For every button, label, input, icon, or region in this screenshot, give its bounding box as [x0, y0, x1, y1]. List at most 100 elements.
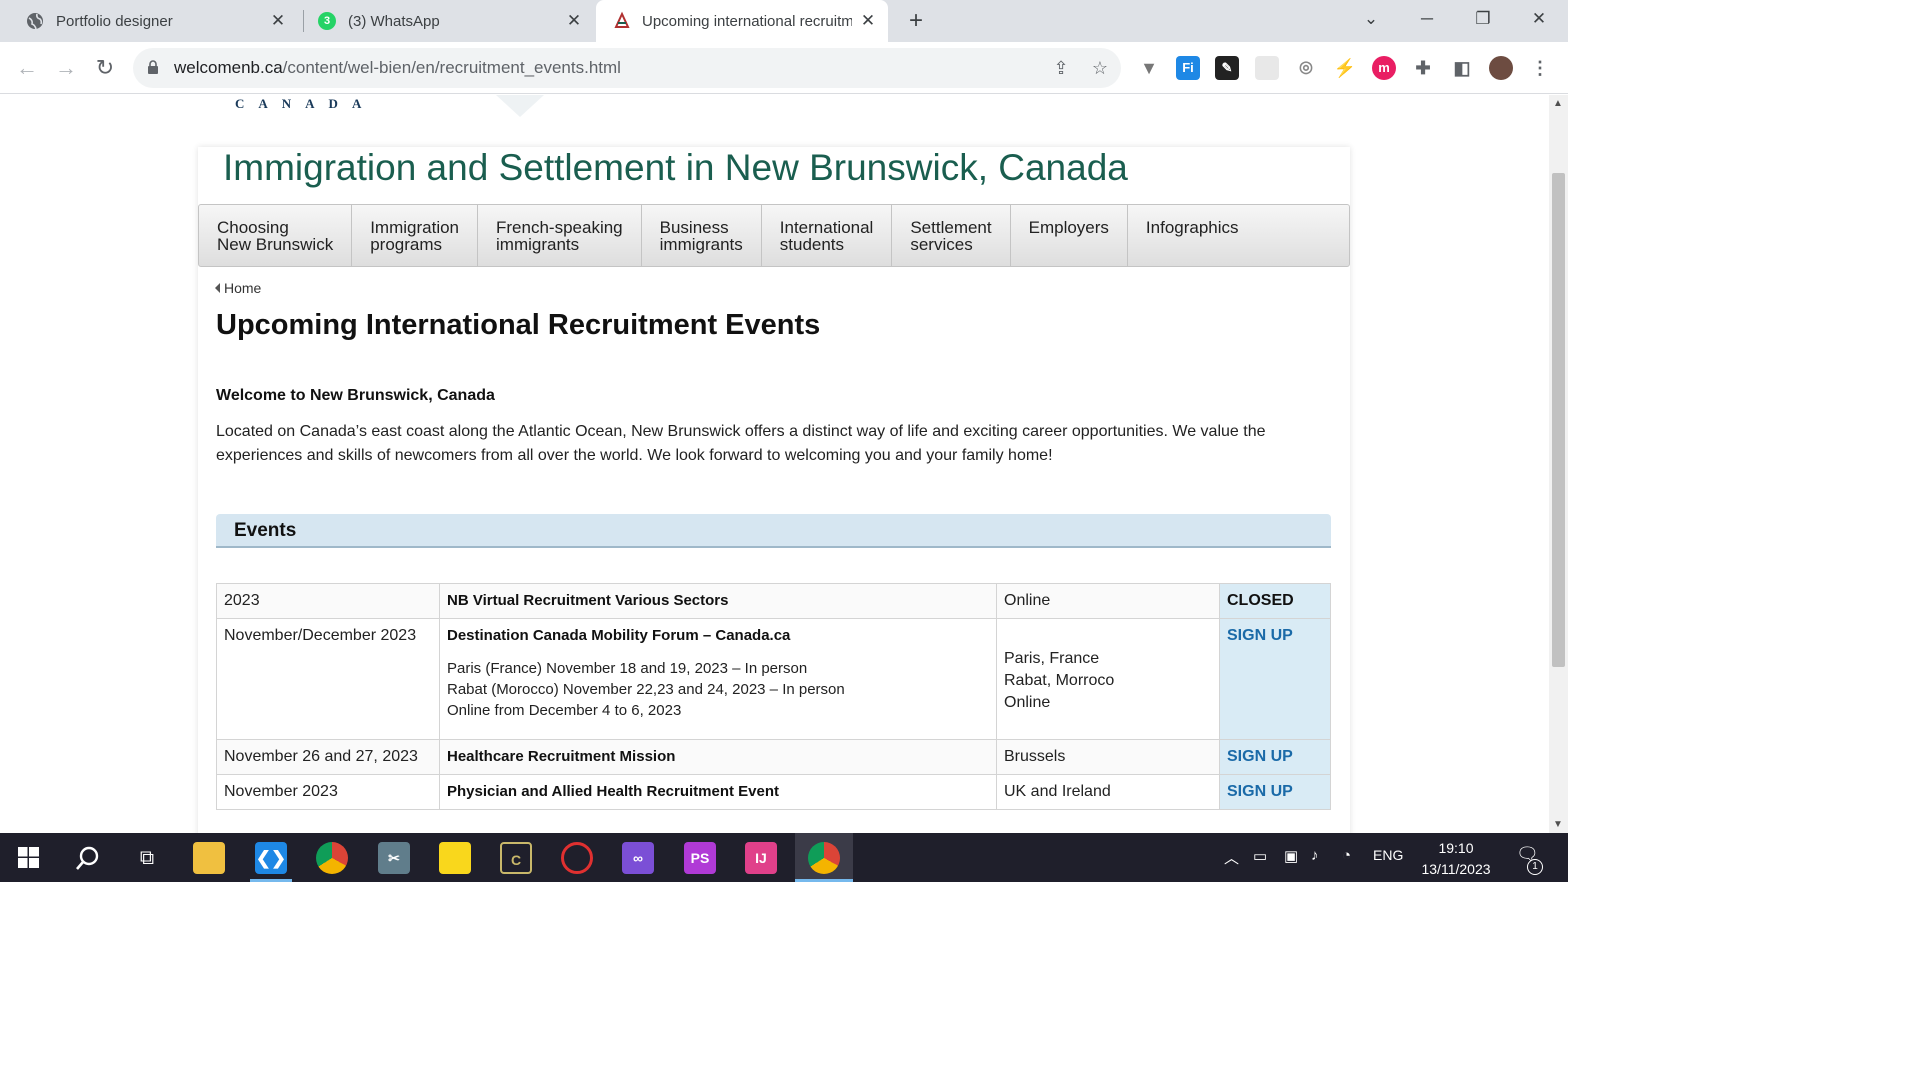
table-row: 2023 NB Virtual Recruitment Various Sect… [216, 583, 1331, 619]
windows-start-icon[interactable] [18, 847, 39, 868]
bookmark-star-icon[interactable]: ☆ [1088, 56, 1112, 80]
browser-tab-strip: Portfolio designer ✕ 3 (3) WhatsApp ✕ Up… [0, 0, 1568, 42]
wifi-icon[interactable]: ◔ [1342, 847, 1351, 864]
nav-item-business-immigrants[interactable]: Business immigrants [642, 205, 762, 266]
globe-icon [27, 13, 43, 30]
nav-item-settlement-services[interactable]: Settlement services [892, 205, 1011, 266]
event-location: Brussels [996, 739, 1220, 775]
tab-search-chevron-icon[interactable]: ⌄ [1356, 6, 1386, 32]
event-location: Rabat, Morroco [1004, 672, 1115, 689]
close-tab-icon[interactable]: ✕ [268, 11, 288, 31]
reload-icon[interactable]: ↻ [91, 54, 119, 82]
tab-whatsapp[interactable]: 3 (3) WhatsApp ✕ [306, 0, 594, 42]
event-status-closed: CLOSED [1227, 592, 1294, 609]
app-c-icon[interactable]: C [500, 842, 532, 874]
page-scrollbar[interactable]: ▲ ▼ [1549, 95, 1568, 833]
grid-extension-icon[interactable] [1255, 56, 1279, 80]
system-clock[interactable]: 19:10 13/11/2023 [1412, 838, 1500, 880]
language-indicator[interactable]: ENG [1373, 847, 1403, 863]
sign-up-link[interactable]: SIGN UP [1227, 748, 1293, 765]
nav-item-international-students[interactable]: International students [762, 205, 893, 266]
intro-paragraph: Located on Canada’s east coast along the… [216, 423, 1266, 464]
event-name-cell: NB Virtual Recruitment Various Sectors [439, 583, 997, 619]
close-tab-icon[interactable]: ✕ [858, 11, 878, 31]
tray-chevron-up-icon[interactable]: ︿ [1224, 847, 1239, 868]
site-title[interactable]: Immigration and Settlement in New Brunsw… [223, 147, 1128, 189]
close-tab-icon[interactable]: ✕ [564, 11, 584, 31]
pen-extension-icon[interactable]: ✎ [1215, 56, 1239, 80]
intellij-icon[interactable]: IJ [745, 842, 777, 874]
share-icon[interactable]: ⇪ [1049, 56, 1073, 80]
nav-item-french-speaking[interactable]: French-speaking immigrants [478, 205, 642, 266]
battery-icon[interactable]: ▭ [1253, 847, 1267, 865]
nav-item-infographics[interactable]: Infographics [1128, 205, 1257, 266]
sticky-notes-icon[interactable] [439, 842, 471, 874]
volume-icon[interactable]: ♪ [1311, 847, 1319, 864]
nav-item-immigration-programs[interactable]: Immigration programs [352, 205, 479, 266]
event-date: November/December 2023 [216, 618, 440, 740]
address-bar[interactable]: welcomenb.ca/content/wel-bien/en/recruit… [133, 48, 1121, 88]
device-icon[interactable]: ▣ [1284, 847, 1298, 865]
file-explorer-icon[interactable] [193, 842, 225, 874]
task-view-icon[interactable]: ⧉ [131, 842, 163, 874]
nav-label: immigrants [496, 235, 580, 254]
vimeo-extension-icon[interactable]: ▼ [1137, 56, 1161, 80]
event-status-cell: CLOSED [1219, 583, 1331, 619]
nav-label: programs [370, 235, 443, 254]
nav-label: students [779, 235, 845, 254]
event-date: November 2023 [216, 774, 440, 810]
phpstorm-icon[interactable]: PS [684, 842, 716, 874]
table-row: November 2023 Physician and Allied Healt… [216, 774, 1331, 810]
opera-icon[interactable] [561, 842, 593, 874]
events-table: 2023 NB Virtual Recruitment Various Sect… [216, 583, 1331, 810]
puzzle-extensions-icon[interactable]: ✚ [1411, 56, 1435, 80]
url-text: welcomenb.ca/content/wel-bien/en/recruit… [174, 58, 621, 78]
event-status-cell: SIGN UP [1219, 774, 1331, 810]
side-panel-icon[interactable]: ◧ [1450, 56, 1474, 80]
new-tab-button[interactable]: + [903, 8, 929, 34]
scrollbar-thumb[interactable] [1552, 173, 1565, 667]
event-details: Paris (France) November 18 and 19, 2023 … [447, 658, 989, 721]
lightning-extension-icon[interactable]: ⚡ [1333, 56, 1357, 80]
browser-toolbar: ← → ↻ welcomenb.ca/content/wel-bien/en/r… [0, 42, 1568, 94]
tab-recruitment-events[interactable]: Upcoming international recruitm ✕ [596, 0, 888, 42]
nav-label: Infographics [1145, 218, 1239, 237]
logo-decoration [496, 95, 544, 117]
fi-extension-icon[interactable]: Fi [1176, 56, 1200, 80]
event-name-cell: Physician and Allied Health Recruitment … [439, 774, 997, 810]
visual-studio-icon[interactable]: ∞ [622, 842, 654, 874]
restore-icon[interactable]: ❐ [1468, 6, 1498, 32]
nav-item-employers[interactable]: Employers [1011, 205, 1128, 266]
search-icon[interactable] [75, 845, 101, 871]
web-page: CANADA Immigration and Settlement in New… [0, 95, 1549, 833]
scroll-down-arrow-icon[interactable]: ▼ [1553, 819, 1563, 830]
m-extension-icon[interactable]: m [1372, 56, 1396, 80]
back-arrow-icon[interactable]: ← [13, 54, 41, 82]
breadcrumb[interactable]: Home [215, 280, 261, 296]
vscode-icon[interactable]: ❮❯ [255, 842, 287, 874]
caret-left-icon [215, 283, 220, 293]
menu-kebab-icon[interactable]: ⋮ [1528, 56, 1552, 80]
minimize-icon[interactable]: ─ [1412, 6, 1442, 32]
event-status-cell: SIGN UP [1219, 618, 1331, 740]
tools-icon[interactable]: ✂ [378, 842, 410, 874]
tab-portfolio-designer[interactable]: Portfolio designer ✕ [16, 0, 298, 42]
nav-item-choosing-nb[interactable]: Choosing New Brunswick [199, 205, 353, 266]
profile-avatar-icon[interactable] [1489, 56, 1513, 80]
camera-extension-icon[interactable]: ◎ [1294, 56, 1318, 80]
chrome-profile-icon[interactable] [808, 842, 840, 874]
chrome-icon[interactable] [316, 842, 348, 874]
nav-label: International [779, 218, 874, 237]
scroll-up-arrow-icon[interactable]: ▲ [1553, 98, 1563, 109]
breadcrumb-home-link[interactable]: Home [224, 280, 261, 296]
nav-label: French-speaking [496, 218, 623, 237]
table-row: November/December 2023 Destination Canad… [216, 618, 1331, 740]
chrome-running-indicator [795, 879, 853, 882]
clock-date: 13/11/2023 [1421, 861, 1491, 877]
sign-up-link[interactable]: SIGN UP [1227, 783, 1293, 800]
sign-up-link[interactable]: SIGN UP [1227, 627, 1293, 644]
forward-arrow-icon[interactable]: → [52, 54, 80, 82]
event-location-cell: Paris, France Rabat, Morroco Online [996, 618, 1220, 740]
tab-title: Upcoming international recruitm [642, 12, 852, 30]
close-window-icon[interactable]: ✕ [1524, 6, 1554, 32]
